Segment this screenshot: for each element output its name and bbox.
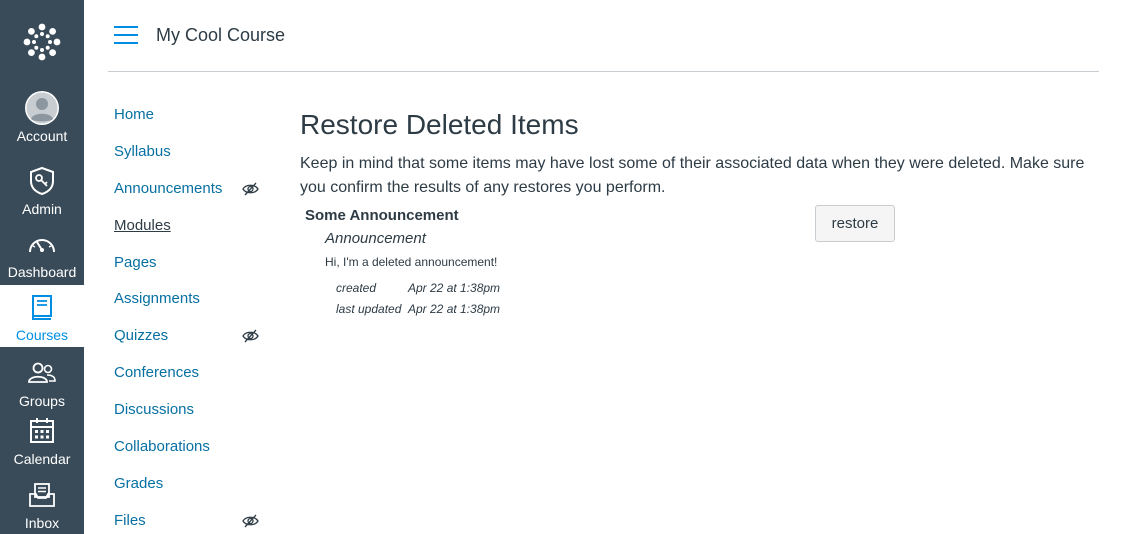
global-nav-label: Calendar bbox=[13, 451, 71, 467]
global-nav-label: Groups bbox=[19, 393, 65, 409]
course-nav-label: Announcements bbox=[114, 179, 223, 197]
course-nav-grades[interactable]: Grades bbox=[114, 466, 264, 503]
admin-icon bbox=[24, 163, 60, 199]
groups-icon bbox=[24, 355, 60, 391]
page-title: Restore Deleted Items bbox=[300, 109, 579, 140]
meta-updated-value: Apr 22 at 1:38pm bbox=[408, 302, 501, 316]
calendar-icon bbox=[24, 413, 60, 449]
intro-text: Keep in mind that some items may have lo… bbox=[300, 155, 1085, 196]
course-nav: Home Syllabus Announcements Modules Page… bbox=[114, 97, 264, 534]
course-nav-home[interactable]: Home bbox=[114, 97, 264, 134]
meta-created-label: created bbox=[336, 281, 377, 295]
global-nav-account[interactable]: Account bbox=[0, 90, 84, 144]
breadcrumb-course-title[interactable]: My Cool Course bbox=[156, 25, 285, 46]
global-nav-label: Inbox bbox=[24, 515, 60, 531]
course-nav-label: Pages bbox=[114, 253, 157, 271]
course-nav-files[interactable]: Files bbox=[114, 503, 264, 534]
global-nav-admin[interactable]: Admin bbox=[0, 163, 84, 217]
course-nav-label: Quizzes bbox=[114, 327, 169, 345]
course-nav-label: Modules bbox=[114, 216, 171, 234]
meta-updated-row: last updated Apr 22 at 1:38pm bbox=[336, 299, 905, 320]
meta-updated-label: last updated bbox=[336, 302, 402, 316]
course-nav-quizzes[interactable]: Quizzes bbox=[114, 318, 264, 355]
courses-icon bbox=[24, 289, 60, 325]
global-nav: Account Admin Dashboard Courses Groups C… bbox=[0, 0, 84, 534]
hamburger-menu-icon[interactable] bbox=[114, 26, 138, 46]
eye-hidden-icon bbox=[242, 514, 259, 528]
eye-hidden-icon bbox=[242, 329, 259, 343]
course-nav-conferences[interactable]: Conferences bbox=[114, 355, 264, 392]
inbox-icon bbox=[24, 477, 60, 513]
course-nav-label: Files bbox=[114, 511, 146, 529]
global-nav-calendar[interactable]: Calendar bbox=[0, 413, 84, 467]
dashboard-icon bbox=[24, 226, 60, 262]
course-nav-label: Conferences bbox=[114, 364, 200, 382]
meta-created-row: created Apr 22 at 1:38pm bbox=[336, 278, 905, 299]
restore-button[interactable]: restore bbox=[815, 205, 895, 242]
global-nav-inbox[interactable]: Inbox bbox=[0, 477, 84, 531]
item-meta: created Apr 22 at 1:38pm last updated Ap… bbox=[336, 278, 905, 320]
account-icon bbox=[24, 90, 60, 126]
main-content: Restore Deleted Items Keep in mind that … bbox=[300, 106, 1100, 200]
course-nav-discussions[interactable]: Discussions bbox=[114, 392, 264, 429]
course-nav-label: Home bbox=[114, 106, 155, 123]
global-nav-label: Courses bbox=[15, 327, 69, 343]
course-nav-label: Grades bbox=[114, 474, 164, 492]
course-nav-label: Syllabus bbox=[114, 142, 171, 160]
course-nav-modules[interactable]: Modules bbox=[114, 208, 264, 245]
global-nav-dashboard[interactable]: Dashboard bbox=[0, 226, 84, 280]
canvas-logo-icon[interactable] bbox=[0, 0, 84, 84]
global-nav-courses[interactable]: Courses bbox=[0, 285, 84, 347]
eye-hidden-icon bbox=[242, 182, 259, 196]
item-body: Hi, I'm a deleted announcement! bbox=[325, 255, 498, 269]
course-nav-pages[interactable]: Pages bbox=[114, 245, 264, 282]
course-nav-label: Collaborations bbox=[114, 438, 210, 456]
course-nav-label: Assignments bbox=[114, 290, 200, 308]
course-nav-announcements[interactable]: Announcements bbox=[114, 171, 264, 208]
global-nav-label: Admin bbox=[22, 201, 62, 217]
course-nav-label: Discussions bbox=[114, 401, 195, 419]
global-nav-label: Account bbox=[16, 128, 68, 144]
course-nav-assignments[interactable]: Assignments bbox=[114, 281, 264, 318]
course-nav-syllabus[interactable]: Syllabus bbox=[114, 134, 264, 171]
course-header: My Cool Course bbox=[108, 0, 1099, 72]
course-nav-collaborations[interactable]: Collaborations bbox=[114, 429, 264, 466]
meta-created-value: Apr 22 at 1:38pm bbox=[408, 281, 501, 295]
global-nav-groups[interactable]: Groups bbox=[0, 355, 84, 409]
global-nav-label: Dashboard bbox=[7, 264, 77, 280]
